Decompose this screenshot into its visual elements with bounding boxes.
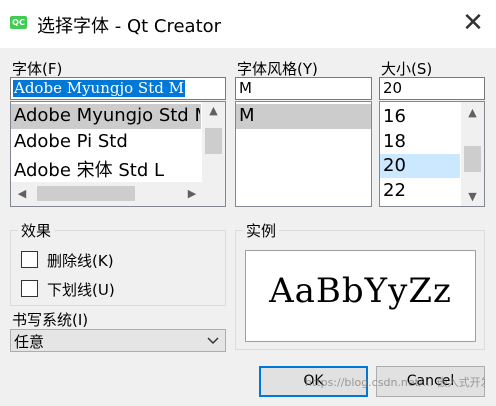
font-hscroll-thumb[interactable] <box>37 186 135 201</box>
sample-label: 实例 <box>243 220 280 241</box>
close-icon[interactable]: ✕ <box>458 8 488 38</box>
scroll-left-arrow-icon[interactable]: ◀ <box>13 187 31 200</box>
chevron-down-icon <box>207 337 219 345</box>
sample-preview-box: AaBbYyZz <box>245 250 476 342</box>
size-scroll-thumb[interactable] <box>464 146 481 172</box>
window-title: 选择字体 - Qt Creator <box>37 16 222 37</box>
scroll-up-arrow-icon[interactable]: ▲ <box>461 106 484 119</box>
scroll-up-arrow-icon[interactable]: ▲ <box>202 104 225 117</box>
qt-creator-icon: QC <box>10 16 27 29</box>
font-item[interactable]: Adobe Myungjo Std M <box>14 105 200 126</box>
font-item[interactable]: Adobe 宋体 Std L <box>14 156 164 182</box>
style-list[interactable]: M <box>235 101 372 207</box>
watermark-text: https://blog.csdn.net/... 嵌入式开发 <box>305 376 485 389</box>
size-list[interactable]: 16 18 20 22 ▲ ▼ <box>379 101 485 207</box>
size-item[interactable]: 22 <box>383 180 406 201</box>
title-bar: QC 选择字体 - Qt Creator ✕ <box>0 0 496 48</box>
size-vertical-scrollbar[interactable]: ▲ ▼ <box>461 102 484 206</box>
size-item[interactable]: 18 <box>383 131 406 152</box>
font-horizontal-scrollbar[interactable]: ◀ ▶ <box>11 182 225 206</box>
size-item[interactable]: 16 <box>383 106 406 127</box>
font-label: 字体(F) <box>12 60 63 78</box>
font-input[interactable]: Adobe Myungjo Std M <box>10 77 226 100</box>
style-item[interactable]: M <box>239 105 255 126</box>
sample-text: AaBbYyZz <box>269 271 452 311</box>
style-input-value: M <box>239 79 252 97</box>
font-scroll-thumb[interactable] <box>205 128 222 154</box>
strikeout-label[interactable]: 删除线(K) <box>47 250 114 271</box>
writing-system-value: 任意 <box>14 333 45 351</box>
font-vertical-scrollbar[interactable]: ▲ <box>202 102 225 182</box>
effects-label: 效果 <box>18 220 55 241</box>
writing-system-label: 书写系统(I) <box>12 311 89 329</box>
style-label: 字体风格(Y) <box>237 60 318 78</box>
size-item[interactable]: 20 <box>383 155 406 176</box>
style-input[interactable]: M <box>235 77 372 100</box>
underline-checkbox[interactable] <box>21 280 38 297</box>
font-list[interactable]: Adobe Myungjo Std M Adobe Pi Std Adobe 宋… <box>10 101 226 207</box>
scroll-right-arrow-icon[interactable]: ▶ <box>183 187 201 200</box>
font-item[interactable]: Adobe Pi Std <box>14 131 128 152</box>
writing-system-select[interactable]: 任意 <box>10 329 226 352</box>
font-input-value: Adobe Myungjo Std M <box>13 80 185 97</box>
size-input[interactable]: 20 <box>379 77 485 100</box>
underline-label[interactable]: 下划线(U) <box>47 279 115 300</box>
size-input-value: 20 <box>383 79 403 97</box>
effects-group <box>10 230 226 306</box>
style-selection-highlight <box>236 104 371 129</box>
strikeout-checkbox[interactable] <box>21 251 38 268</box>
scroll-down-arrow-icon[interactable]: ▼ <box>461 190 484 203</box>
size-label: 大小(S) <box>381 60 433 78</box>
